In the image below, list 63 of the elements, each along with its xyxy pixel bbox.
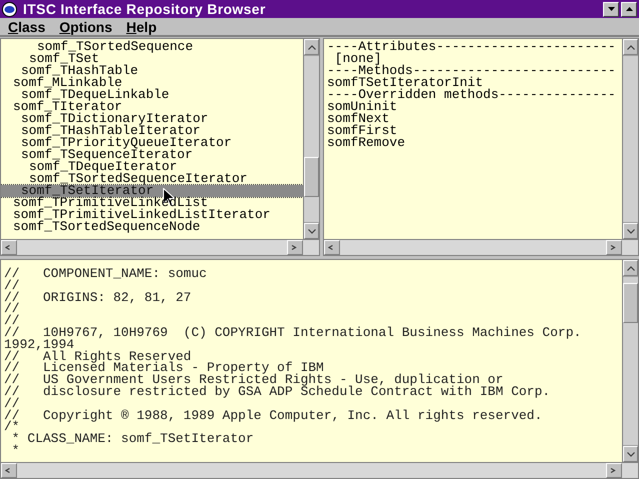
source-line: 1992,1994 [4,338,74,351]
source-line: // 10H9767, 10H9769 (C) COPYRIGHT International Business Machines Corp. [4,326,582,339]
scroll-up-button[interactable] [623,39,638,55]
source-line: // Copyright ® 1988, 1989 Apple Computer, Inc. All rights reserved. [4,410,544,422]
source-line: // [4,398,21,410]
source-line: // All Rights Reserved [4,350,192,362]
scroll-thumb[interactable] [623,283,638,324]
scroll-down-button[interactable] [623,223,638,239]
member-line: somUninit [327,101,398,113]
source-line: // [4,303,21,316]
tree-item[interactable]: somf_TPrimitiveLinkedListIterator [1,209,303,221]
tree-item[interactable]: somf_TPriorityQueueIterator [1,137,303,149]
member-line: ----Attributes----------------------- [327,41,617,53]
member-line: somfRemove [327,137,406,149]
tree-item[interactable]: somf_TDequeLinkable [1,89,303,101]
scroll-right-button[interactable] [606,463,622,478]
source-line: // COMPONENT_NAME: somuc [4,268,208,280]
tree-item[interactable]: somf_THashTableIterator [1,125,303,137]
app-logo-icon [2,2,17,16]
scroll-up-button[interactable] [304,39,319,55]
scroll-right-button[interactable] [287,240,303,255]
tree-item[interactable]: somf_TDequeIterator [1,161,303,173]
scroll-thumb[interactable] [304,156,319,197]
scroll-right-button[interactable] [606,240,622,255]
up-arrow-icon [626,7,632,11]
scroll-left-button[interactable] [1,240,17,255]
tree-item[interactable]: somf_TSortedSequence [1,41,303,53]
source-line: // ORIGINS: 82, 81, 27 [4,292,192,304]
window-title: ITSC Interface Repository Browser [23,2,266,16]
down-arrow-icon [608,7,614,11]
source-line: * CLASS_NAME: somf_TSetIterator [10,433,255,445]
member-line: ----Overridden methods--------------- [327,89,617,101]
tree-item[interactable]: somf_TSortedSequenceIterator [1,173,303,185]
source-line: /* [4,421,21,434]
tree-item[interactable]: somf_TSequenceIterator [1,149,303,161]
tree-item[interactable]: somf_TSet [1,53,303,65]
maximize-button[interactable] [621,2,637,16]
menu-item[interactable]: Class [8,20,46,34]
source-line: // disclosure restricted by GSA ADP Schedule Contract with IBM Corp. [4,386,552,398]
member-line: ----Methods-------------------------- [327,65,617,77]
scroll-down-button[interactable] [304,223,319,239]
tree-item[interactable]: somf_THashTable [1,65,303,77]
minimize-button[interactable] [603,2,619,16]
source-line: // [4,280,21,292]
menu-item[interactable]: Options [59,20,112,34]
scroll-down-button[interactable] [623,446,638,462]
tree-item[interactable]: somf_TDictionaryIterator [1,113,303,125]
menu-item[interactable]: Help [126,20,157,34]
scroll-up-button[interactable] [623,260,638,276]
source-line: // Licensed Materials - Property of IBM [4,362,324,374]
tree-item[interactable]: somf_TIterator [1,101,303,113]
source-line: // US Government Users Restricted Rights - Use, duplication or [4,374,504,386]
tree-item[interactable]: somf_MLinkable [1,77,303,89]
member-line: somfFirst [327,125,398,137]
tree-item[interactable]: somf_TPrimitiveLinkedList [1,197,303,209]
source-line: * [10,444,21,457]
tree-item[interactable]: somf_TSortedSequenceNode [1,221,303,233]
member-line: somfNext [327,113,390,125]
member-line: [none] [334,53,382,65]
scroll-left-button[interactable] [1,463,17,478]
member-line: somfTSetIteratorInit [327,77,484,89]
scroll-left-button[interactable] [324,240,340,255]
source-line: // [4,315,21,327]
